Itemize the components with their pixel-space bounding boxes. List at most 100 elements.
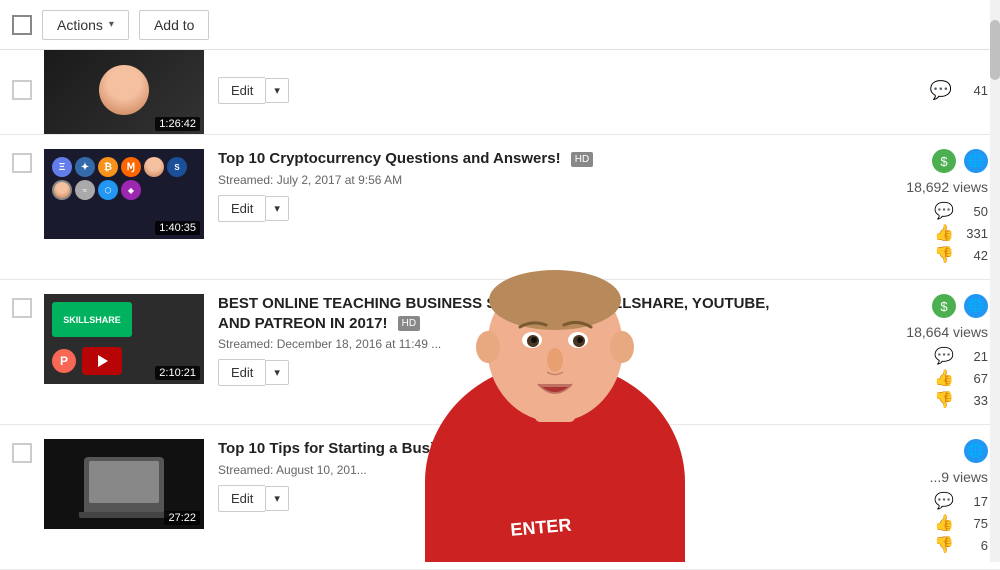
add-to-button[interactable]: Add to bbox=[139, 10, 209, 40]
steem-icon: S bbox=[167, 157, 187, 177]
video-title: Top 10 Tips for Starting a Business from… bbox=[218, 439, 788, 459]
extra-icon: ⬡ bbox=[98, 180, 118, 200]
select-all-checkbox[interactable] bbox=[12, 15, 32, 35]
public-icon: 🌐 bbox=[964, 294, 988, 318]
comment-icon: 💬 bbox=[930, 80, 952, 101]
thumb-up-icon: 👍 bbox=[934, 223, 954, 243]
edit-dropdown-button[interactable]: ▾ bbox=[265, 360, 289, 385]
views-count: ...9 views bbox=[930, 469, 988, 485]
patreon-logo: P bbox=[52, 349, 76, 373]
video-stats: $ 🌐 18,692 views 💬 50 👍 331 👎 42 bbox=[788, 149, 988, 265]
edit-dropdown-button[interactable]: ▾ bbox=[265, 196, 289, 221]
play-triangle bbox=[98, 355, 108, 367]
eth-icon: Ξ bbox=[52, 157, 72, 177]
likes-row: 👍 75 bbox=[788, 513, 988, 533]
duration-badge: 1:40:35 bbox=[155, 221, 200, 235]
edit-button-group: Edit ▾ bbox=[218, 359, 788, 386]
comment-count: 21 bbox=[960, 349, 988, 364]
comment-icon: 💬 bbox=[934, 491, 954, 511]
video-title: BEST ONLINE TEACHING BUSINESS SYSTEM FOR… bbox=[218, 294, 788, 333]
video-info: Edit ▾ bbox=[218, 77, 788, 104]
video-date: Streamed: December 18, 2016 at 11:49 ... bbox=[218, 337, 788, 351]
dislikes-row: 👎 6 bbox=[788, 535, 988, 555]
thumb-down-icon: 👎 bbox=[934, 245, 954, 265]
video-date: Streamed: August 10, 201... bbox=[218, 463, 788, 477]
laptop-screen bbox=[89, 461, 159, 503]
edit-button[interactable]: Edit bbox=[218, 485, 265, 512]
hd-badge: HD bbox=[571, 152, 593, 167]
dislikes-row: 👎 33 bbox=[788, 390, 988, 410]
video-thumbnail[interactable]: 27:22 bbox=[44, 439, 204, 529]
video-thumbnail[interactable]: Ξ ✦ ₿ Ɱ S ≈ ⬡ ◆ 1:40:35 bbox=[44, 149, 204, 239]
table-row: 27:22 Top 10 Tips for Starting a Busines… bbox=[0, 425, 1000, 570]
add-to-label: Add to bbox=[154, 17, 194, 33]
duration-badge: 1:26:42 bbox=[155, 117, 200, 131]
edit-button-group: Edit ▾ bbox=[218, 195, 788, 222]
xrp-icon: ✦ bbox=[75, 157, 95, 177]
likes-row: 👍 331 bbox=[788, 223, 988, 243]
video-stats: 🌐 ...9 views 💬 17 👍 75 👎 6 bbox=[788, 439, 988, 555]
stats-icons-row: $ 🌐 bbox=[932, 149, 988, 173]
monetization-icon: $ bbox=[932, 149, 956, 173]
laptop-shape bbox=[84, 457, 164, 512]
actions-button[interactable]: Actions ▾ bbox=[42, 10, 129, 40]
laptop-base bbox=[79, 512, 169, 518]
table-row: 1:26:42 Edit ▾ 💬 41 bbox=[0, 50, 1000, 135]
chevron-down-icon: ▾ bbox=[109, 19, 114, 30]
video-title: Top 10 Cryptocurrency Questions and Answ… bbox=[218, 149, 788, 169]
video-info: Top 10 Tips for Starting a Business from… bbox=[218, 439, 788, 512]
row-checkbox[interactable] bbox=[12, 298, 32, 318]
scrollbar-track[interactable] bbox=[990, 0, 1000, 562]
table-row: SKILLSHARE P 2:10:21 BEST ONLINE TEACHIN… bbox=[0, 280, 1000, 425]
dislikes-row: 👎 42 bbox=[788, 245, 988, 265]
edit-dropdown-button[interactable]: ▾ bbox=[265, 78, 289, 103]
duration-badge: 27:22 bbox=[164, 511, 200, 525]
comment-count: 17 bbox=[960, 494, 988, 509]
like-count: 67 bbox=[960, 371, 988, 386]
btc-icon: ₿ bbox=[98, 157, 118, 177]
row-checkbox[interactable] bbox=[12, 443, 32, 463]
edit-dropdown-button[interactable]: ▾ bbox=[265, 486, 289, 511]
row-checkbox[interactable] bbox=[12, 80, 32, 100]
play-button bbox=[82, 347, 122, 375]
public-icon: 🌐 bbox=[964, 439, 988, 463]
thumb-up-icon: 👍 bbox=[934, 513, 954, 533]
top-bar: Actions ▾ Add to bbox=[0, 0, 1000, 50]
engagement-row: 💬 17 bbox=[788, 491, 988, 511]
like-count: 75 bbox=[960, 516, 988, 531]
edit-button[interactable]: Edit bbox=[218, 195, 265, 222]
public-icon: 🌐 bbox=[964, 149, 988, 173]
table-row: Ξ ✦ ₿ Ɱ S ≈ ⬡ ◆ 1:40:35 Top 10 Cryptocur… bbox=[0, 135, 1000, 280]
video-stats: $ 🌐 18,664 views 💬 21 👍 67 👎 33 bbox=[788, 294, 988, 410]
comment-count: 50 bbox=[960, 204, 988, 219]
duration-badge: 2:10:21 bbox=[155, 366, 200, 380]
row-checkbox[interactable] bbox=[12, 153, 32, 173]
video-info: BEST ONLINE TEACHING BUSINESS SYSTEM FOR… bbox=[218, 294, 788, 386]
skillshare-logo: SKILLSHARE bbox=[52, 302, 132, 337]
hd-badge: HD bbox=[537, 442, 559, 457]
video-date: Streamed: July 2, 2017 at 9:56 AM bbox=[218, 173, 788, 187]
xmr-icon: Ɱ bbox=[121, 157, 141, 177]
edit-button[interactable]: Edit bbox=[218, 359, 265, 386]
edit-button-group: Edit ▾ bbox=[218, 77, 788, 104]
views-count: 18,664 views bbox=[906, 324, 988, 340]
video-thumbnail[interactable]: SKILLSHARE P 2:10:21 bbox=[44, 294, 204, 384]
engagement-row: 💬 50 bbox=[788, 201, 988, 221]
comment-count: 41 bbox=[960, 83, 988, 98]
hd-badge: HD bbox=[398, 316, 420, 331]
comment-icon: 💬 bbox=[934, 346, 954, 366]
face2-icon bbox=[52, 180, 72, 200]
thumb-down-icon: 👎 bbox=[934, 390, 954, 410]
thumb-up-icon: 👍 bbox=[934, 368, 954, 388]
sbd-icon: ≈ bbox=[75, 180, 95, 200]
extra2-icon: ◆ bbox=[121, 180, 141, 200]
like-count: 331 bbox=[960, 226, 988, 241]
edit-button-group: Edit ▾ bbox=[218, 485, 788, 512]
edit-button[interactable]: Edit bbox=[218, 77, 265, 104]
crypto-thumbnail: Ξ ✦ ₿ Ɱ S ≈ ⬡ ◆ bbox=[44, 149, 204, 208]
likes-row: 👍 67 bbox=[788, 368, 988, 388]
face-icon bbox=[144, 157, 164, 177]
video-thumbnail[interactable]: 1:26:42 bbox=[44, 50, 204, 135]
video-info: Top 10 Cryptocurrency Questions and Answ… bbox=[218, 149, 788, 222]
scrollbar-thumb[interactable] bbox=[990, 20, 1000, 80]
